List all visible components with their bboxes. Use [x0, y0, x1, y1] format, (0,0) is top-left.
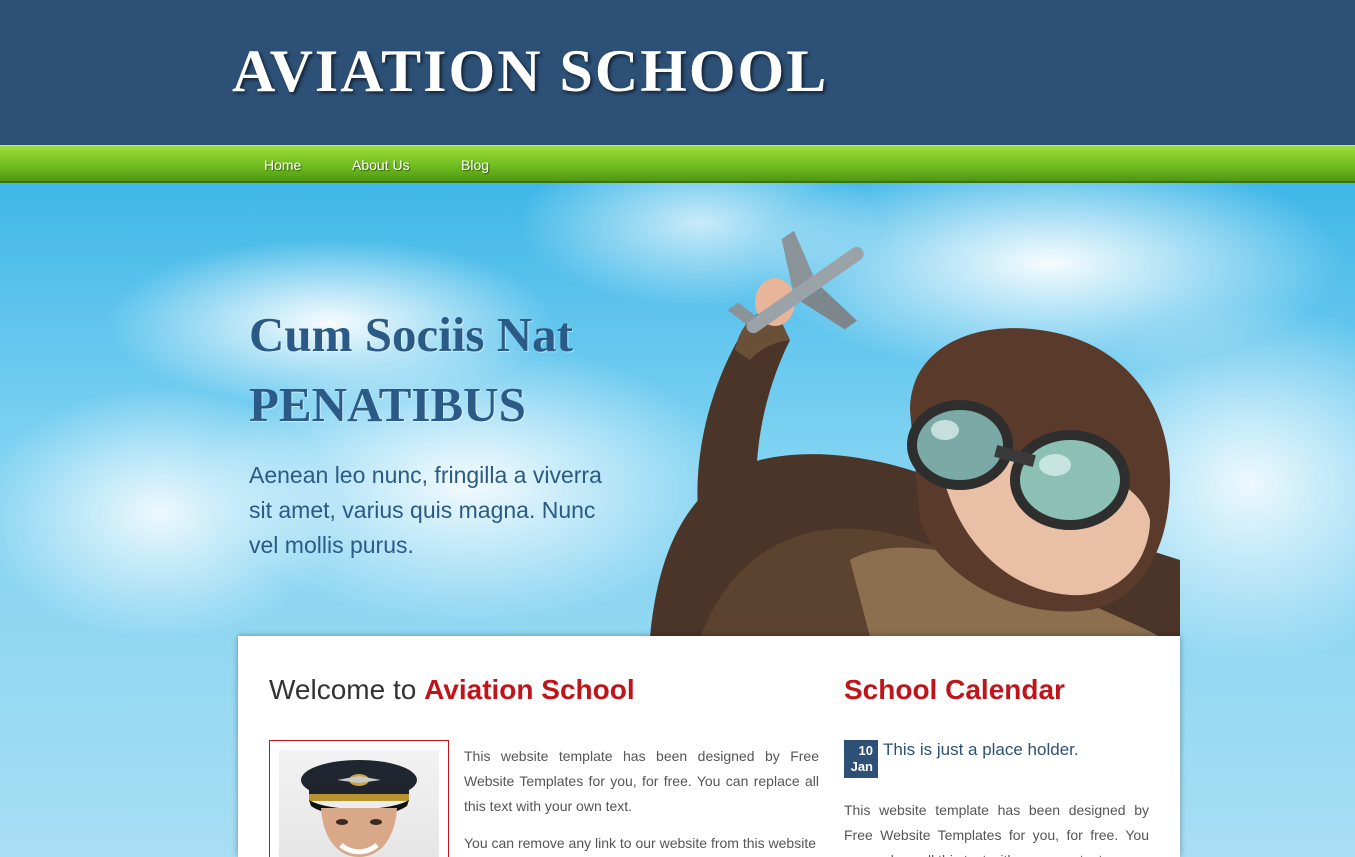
- nav-item-about-us[interactable]: About Us: [352, 157, 410, 173]
- welcome-accent: Aviation School: [424, 674, 635, 705]
- hero-title-line1: Cum Sociis Nat: [249, 307, 573, 362]
- pilot-boy-illustration: [650, 230, 1180, 637]
- welcome-prefix: Welcome to: [269, 674, 425, 705]
- hero-title-line2: PENATIBUS: [249, 377, 526, 432]
- hero-subtitle: Aenean leo nunc, fringilla a viverra sit…: [249, 462, 602, 558]
- nav-item-blog[interactable]: Blog: [461, 157, 489, 173]
- nav-item-home[interactable]: Home: [264, 157, 301, 173]
- welcome-heading: Welcome to Aviation School: [269, 672, 635, 708]
- main-nav: Home About Us Blog: [0, 145, 1355, 183]
- hero-title: Cum Sociis Nat PENATIBUS: [249, 300, 573, 440]
- event-description: This website template has been designed …: [844, 802, 1149, 857]
- event-month: Jan: [850, 759, 873, 774]
- welcome-paragraph-2: You can remove any link to our website f…: [464, 835, 816, 851]
- welcome-paragraph-1: This website template has been designed …: [464, 748, 819, 814]
- event-date-badge: 10 Jan: [844, 740, 878, 778]
- site-logo[interactable]: AVIATION SCHOOL: [232, 36, 828, 106]
- site-header: AVIATION SCHOOL: [0, 0, 1355, 145]
- event-day: 10: [858, 743, 873, 758]
- calendar-title: School Calendar: [844, 674, 1065, 705]
- event-title-link[interactable]: This is just a place holder.: [883, 739, 1079, 761]
- pilot-photo: [279, 750, 439, 857]
